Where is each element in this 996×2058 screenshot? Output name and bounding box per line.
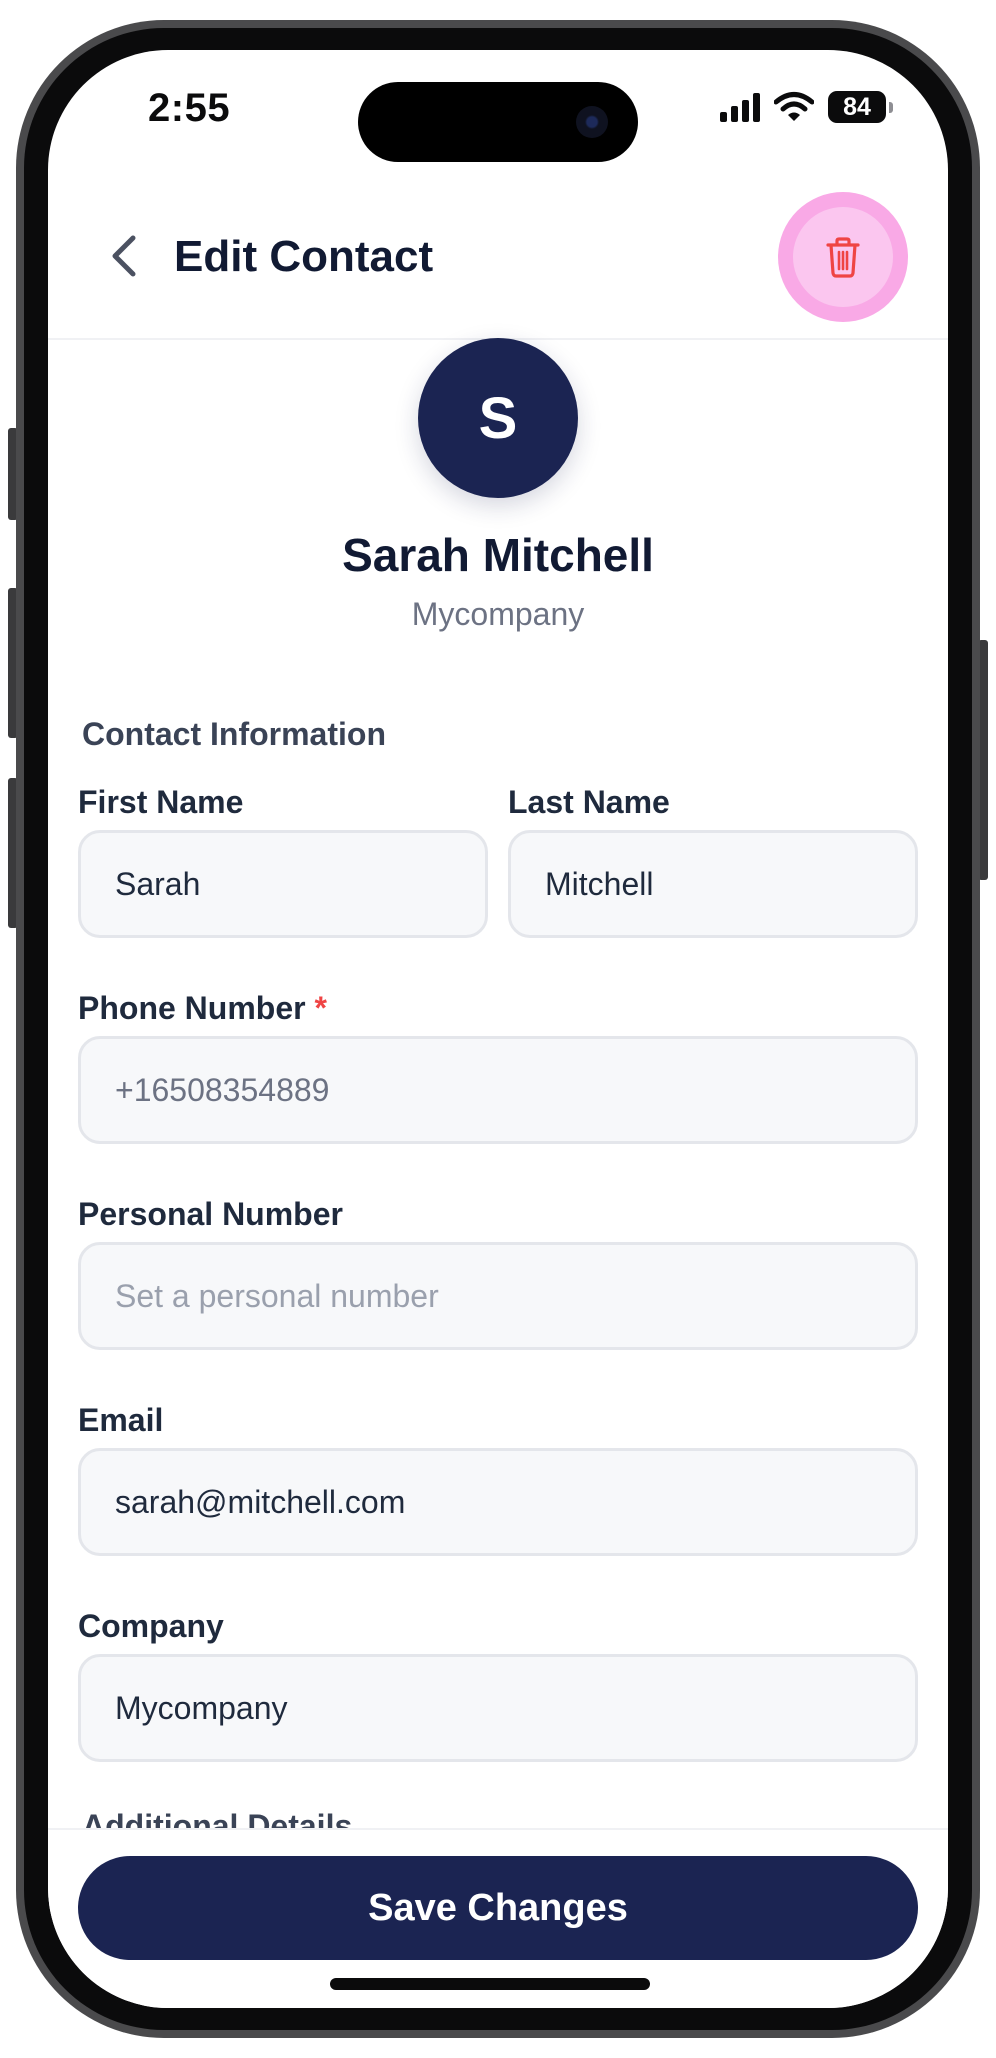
wifi-icon	[774, 92, 814, 121]
screen: 2:55 84 Edit Contact S Sarah Mitchell My…	[48, 50, 948, 2008]
section-title-contact-information: Contact Information	[82, 716, 386, 752]
required-asterisk: *	[314, 990, 327, 1026]
signal-icon	[720, 92, 760, 122]
dynamic-island	[358, 82, 638, 162]
avatar[interactable]: S	[418, 338, 578, 498]
contact-name: Sarah Mitchell	[342, 529, 654, 581]
battery-icon: 84	[828, 91, 893, 123]
delete-button-highlight	[778, 192, 908, 322]
back-button[interactable]	[92, 224, 156, 288]
phone-number-label: Phone Number *	[78, 990, 327, 1027]
email-input[interactable]	[78, 1448, 918, 1556]
company-label: Company	[78, 1608, 224, 1644]
page-title: Edit Contact	[174, 232, 434, 281]
home-indicator[interactable]	[330, 1978, 650, 1990]
personal-number-input[interactable]	[78, 1242, 918, 1350]
phone-number-input[interactable]	[78, 1036, 918, 1144]
status-time: 2:55	[148, 86, 231, 130]
first-name-label: First Name	[78, 784, 244, 820]
save-changes-button[interactable]: Save Changes	[78, 1856, 918, 1960]
contact-company: Mycompany	[411, 596, 585, 632]
status-icons: 84	[720, 86, 893, 128]
delete-button[interactable]	[793, 207, 893, 307]
chevron-left-icon	[112, 235, 136, 277]
trash-icon	[826, 237, 860, 278]
last-name-input[interactable]	[508, 830, 918, 938]
company-input[interactable]	[78, 1654, 918, 1762]
header: Edit Contact	[48, 170, 948, 340]
camera-icon	[576, 106, 608, 138]
personal-number-label: Personal Number	[78, 1196, 343, 1232]
phone-number-label-text: Phone Number	[78, 990, 306, 1026]
first-name-input[interactable]	[78, 830, 488, 938]
email-label: Email	[78, 1402, 164, 1438]
battery-level: 84	[843, 92, 871, 121]
last-name-label: Last Name	[508, 784, 670, 820]
